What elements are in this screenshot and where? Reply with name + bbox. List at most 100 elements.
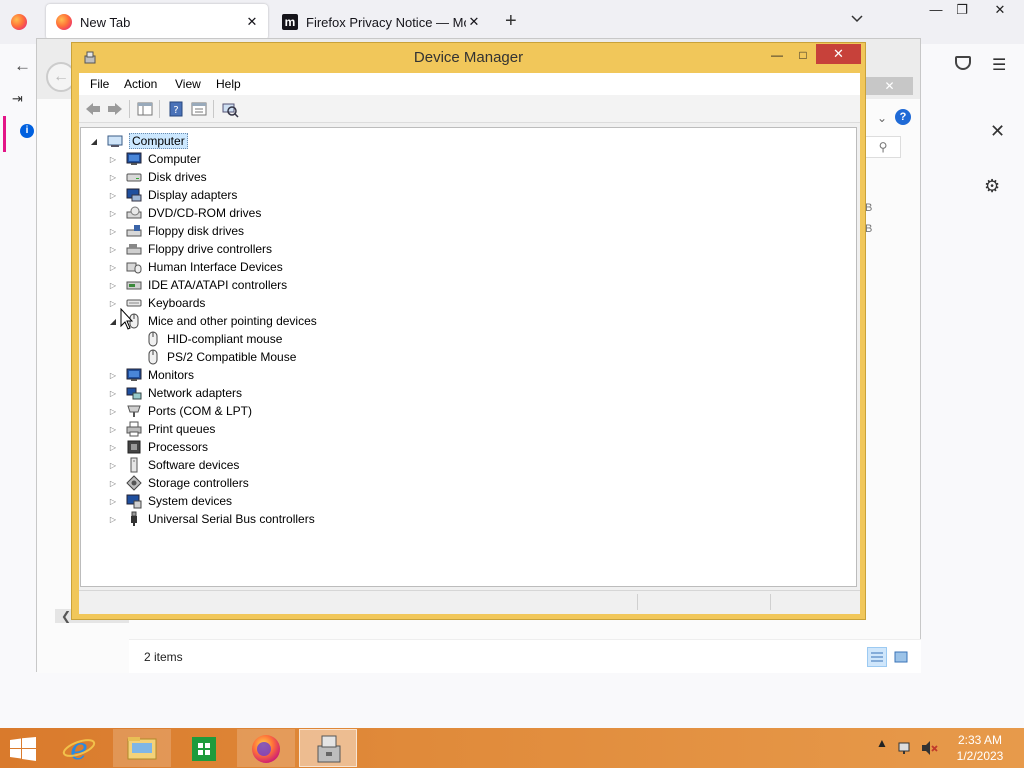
disk-drive-icon — [126, 173, 142, 182]
tree-label: Universal Serial Bus controllers — [148, 512, 315, 526]
search-icon[interactable]: ⚲ — [865, 136, 901, 158]
settings-gear-icon[interactable]: ⚙ — [984, 176, 1000, 197]
expand-toggle[interactable]: ▷ — [108, 263, 118, 272]
details-view-button[interactable] — [867, 647, 887, 667]
explorer-close-button[interactable]: ✕ — [866, 77, 913, 95]
expand-toggle[interactable]: ▷ — [108, 371, 118, 380]
taskbar-firefox[interactable] — [237, 729, 295, 767]
expand-toggle[interactable]: ▷ — [108, 155, 118, 164]
tree-category[interactable]: ◢ Mice and other pointing devices — [108, 312, 317, 330]
system-clock[interactable]: 2:33 AM 1/2/2023 — [948, 732, 1012, 764]
expand-toggle[interactable]: ▷ — [108, 299, 118, 308]
show-hidden-icons-button[interactable]: ▲ — [876, 736, 888, 750]
collapse-toggle[interactable]: ◢ — [89, 137, 99, 146]
tab-label: Firefox Privacy Notice — Mozilla — [306, 14, 466, 30]
dm-status-bar — [79, 590, 860, 612]
taskbar-file-explorer[interactable] — [113, 729, 171, 767]
tree-category[interactable]: ▷ Network adapters — [108, 384, 242, 402]
forward-arrow-icon[interactable] — [106, 100, 124, 118]
tree-device[interactable]: PS/2 Compatible Mouse — [145, 348, 296, 366]
maximize-button[interactable]: □ — [790, 45, 816, 65]
tree-category[interactable]: ▷ Ports (COM & LPT) — [108, 402, 252, 420]
firefox-app-icon[interactable] — [11, 14, 27, 30]
expand-toggle[interactable]: ▷ — [108, 479, 118, 488]
restore-button[interactable]: ❐ — [952, 2, 972, 18]
volume-muted-icon[interactable] — [920, 740, 938, 756]
properties-icon[interactable] — [190, 100, 208, 118]
tree-category[interactable]: ▷ Display adapters — [108, 186, 237, 204]
system-device-icon — [126, 494, 142, 509]
menu-bar: File Action View Help — [79, 73, 860, 95]
close-tab-icon[interactable]: ✕ — [466, 14, 482, 30]
notice-close-button[interactable]: ✕ — [990, 121, 1005, 142]
expand-toggle[interactable]: ▷ — [108, 227, 118, 236]
show-hide-console-tree-icon[interactable] — [136, 100, 154, 118]
tree-category[interactable]: ▷ Universal Serial Bus controllers — [108, 510, 315, 528]
software-device-icon — [130, 457, 138, 473]
tree-category[interactable]: ▷ Human Interface Devices — [108, 258, 283, 276]
expand-toggle[interactable]: ▷ — [108, 245, 118, 254]
taskbar-store[interactable] — [175, 729, 233, 767]
device-tree[interactable]: ◢ Computer ▷ Computer ▷ Disk drives ▷ Display a… — [80, 127, 857, 587]
tree-label: Computer — [148, 152, 201, 166]
help-icon[interactable]: ? — [167, 100, 185, 118]
tab-privacy-notice[interactable]: m Firefox Privacy Notice — Mozilla ✕ — [272, 4, 490, 40]
sign-in-icon[interactable]: ⇥ — [12, 91, 23, 107]
tree-category[interactable]: ▷ Processors — [108, 438, 208, 456]
expand-toggle[interactable]: ▷ — [108, 425, 118, 434]
expand-toggle[interactable]: ▷ — [108, 173, 118, 182]
floppy-controller-icon — [126, 244, 142, 255]
tree-category[interactable]: ▷ Storage controllers — [108, 474, 249, 492]
ide-controller-icon — [126, 281, 142, 290]
tree-category[interactable]: ▷ Floppy drive controllers — [108, 240, 272, 258]
windows-start-icon[interactable] — [10, 737, 36, 761]
minimize-button[interactable]: — — [926, 2, 946, 17]
menu-file[interactable]: File — [90, 77, 109, 91]
tree-category[interactable]: ▷ Print queues — [108, 420, 215, 438]
tree-category[interactable]: ▷ Disk drives — [108, 168, 207, 186]
new-tab-button[interactable]: + — [505, 10, 517, 32]
tree-label: Floppy drive controllers — [148, 242, 273, 256]
expand-toggle[interactable]: ▷ — [108, 407, 118, 416]
expand-toggle[interactable]: ▷ — [108, 515, 118, 524]
scan-hardware-changes-icon[interactable] — [221, 100, 239, 118]
dm-titlebar[interactable]: Device Manager — □ ✕ — [72, 43, 865, 73]
list-all-tabs-icon[interactable] — [850, 12, 864, 26]
tab-new-tab[interactable]: New Tab ✕ — [46, 4, 268, 40]
tree-category[interactable]: ▷ IDE ATA/ATAPI controllers — [108, 276, 287, 294]
large-icons-view-button[interactable] — [891, 647, 911, 667]
minimize-button[interactable]: — — [764, 45, 790, 65]
back-button[interactable]: ← — [14, 56, 31, 76]
close-button[interactable]: ✕ — [816, 44, 861, 64]
collapse-toggle[interactable]: ◢ — [108, 317, 118, 326]
menu-view[interactable]: View — [175, 77, 201, 91]
taskbar-internet-explorer[interactable]: e — [50, 729, 108, 767]
tree-label: Monitors — [148, 368, 195, 382]
expand-toggle[interactable]: ▷ — [108, 281, 118, 290]
expand-toggle[interactable]: ▷ — [108, 461, 118, 470]
tree-category[interactable]: ▷ DVD/CD-ROM drives — [108, 204, 261, 222]
tree-category[interactable]: ▷ Monitors — [108, 366, 194, 384]
expand-toggle[interactable]: ▷ — [108, 497, 118, 506]
back-arrow-icon[interactable] — [84, 100, 102, 118]
menu-help[interactable]: Help — [216, 77, 241, 91]
close-tab-icon[interactable]: ✕ — [244, 14, 260, 30]
tree-category[interactable]: ▷ System devices — [108, 492, 232, 510]
tree-device[interactable]: HID-compliant mouse — [145, 330, 282, 348]
tree-category[interactable]: ▷ Computer — [108, 150, 201, 168]
tree-root-computer[interactable]: ◢ Computer — [89, 132, 188, 150]
close-window-button[interactable]: ✕ — [990, 2, 1010, 18]
expand-toggle[interactable]: ▷ — [108, 389, 118, 398]
menu-action[interactable]: Action — [124, 77, 157, 91]
ribbon-expand-icon[interactable]: ⌄ — [877, 111, 887, 125]
tree-category[interactable]: ▷ Floppy disk drives — [108, 222, 244, 240]
network-icon[interactable] — [898, 740, 914, 756]
help-icon[interactable]: ? — [895, 109, 911, 125]
expand-toggle[interactable]: ▷ — [108, 191, 118, 200]
app-menu-button[interactable]: ☰ — [992, 55, 1006, 75]
tree-category[interactable]: ▷ Software devices — [108, 456, 239, 474]
expand-toggle[interactable]: ▷ — [108, 209, 118, 218]
expand-toggle[interactable]: ▷ — [108, 443, 118, 452]
taskbar-device-manager[interactable] — [299, 729, 357, 767]
mozilla-icon: m — [282, 14, 298, 30]
